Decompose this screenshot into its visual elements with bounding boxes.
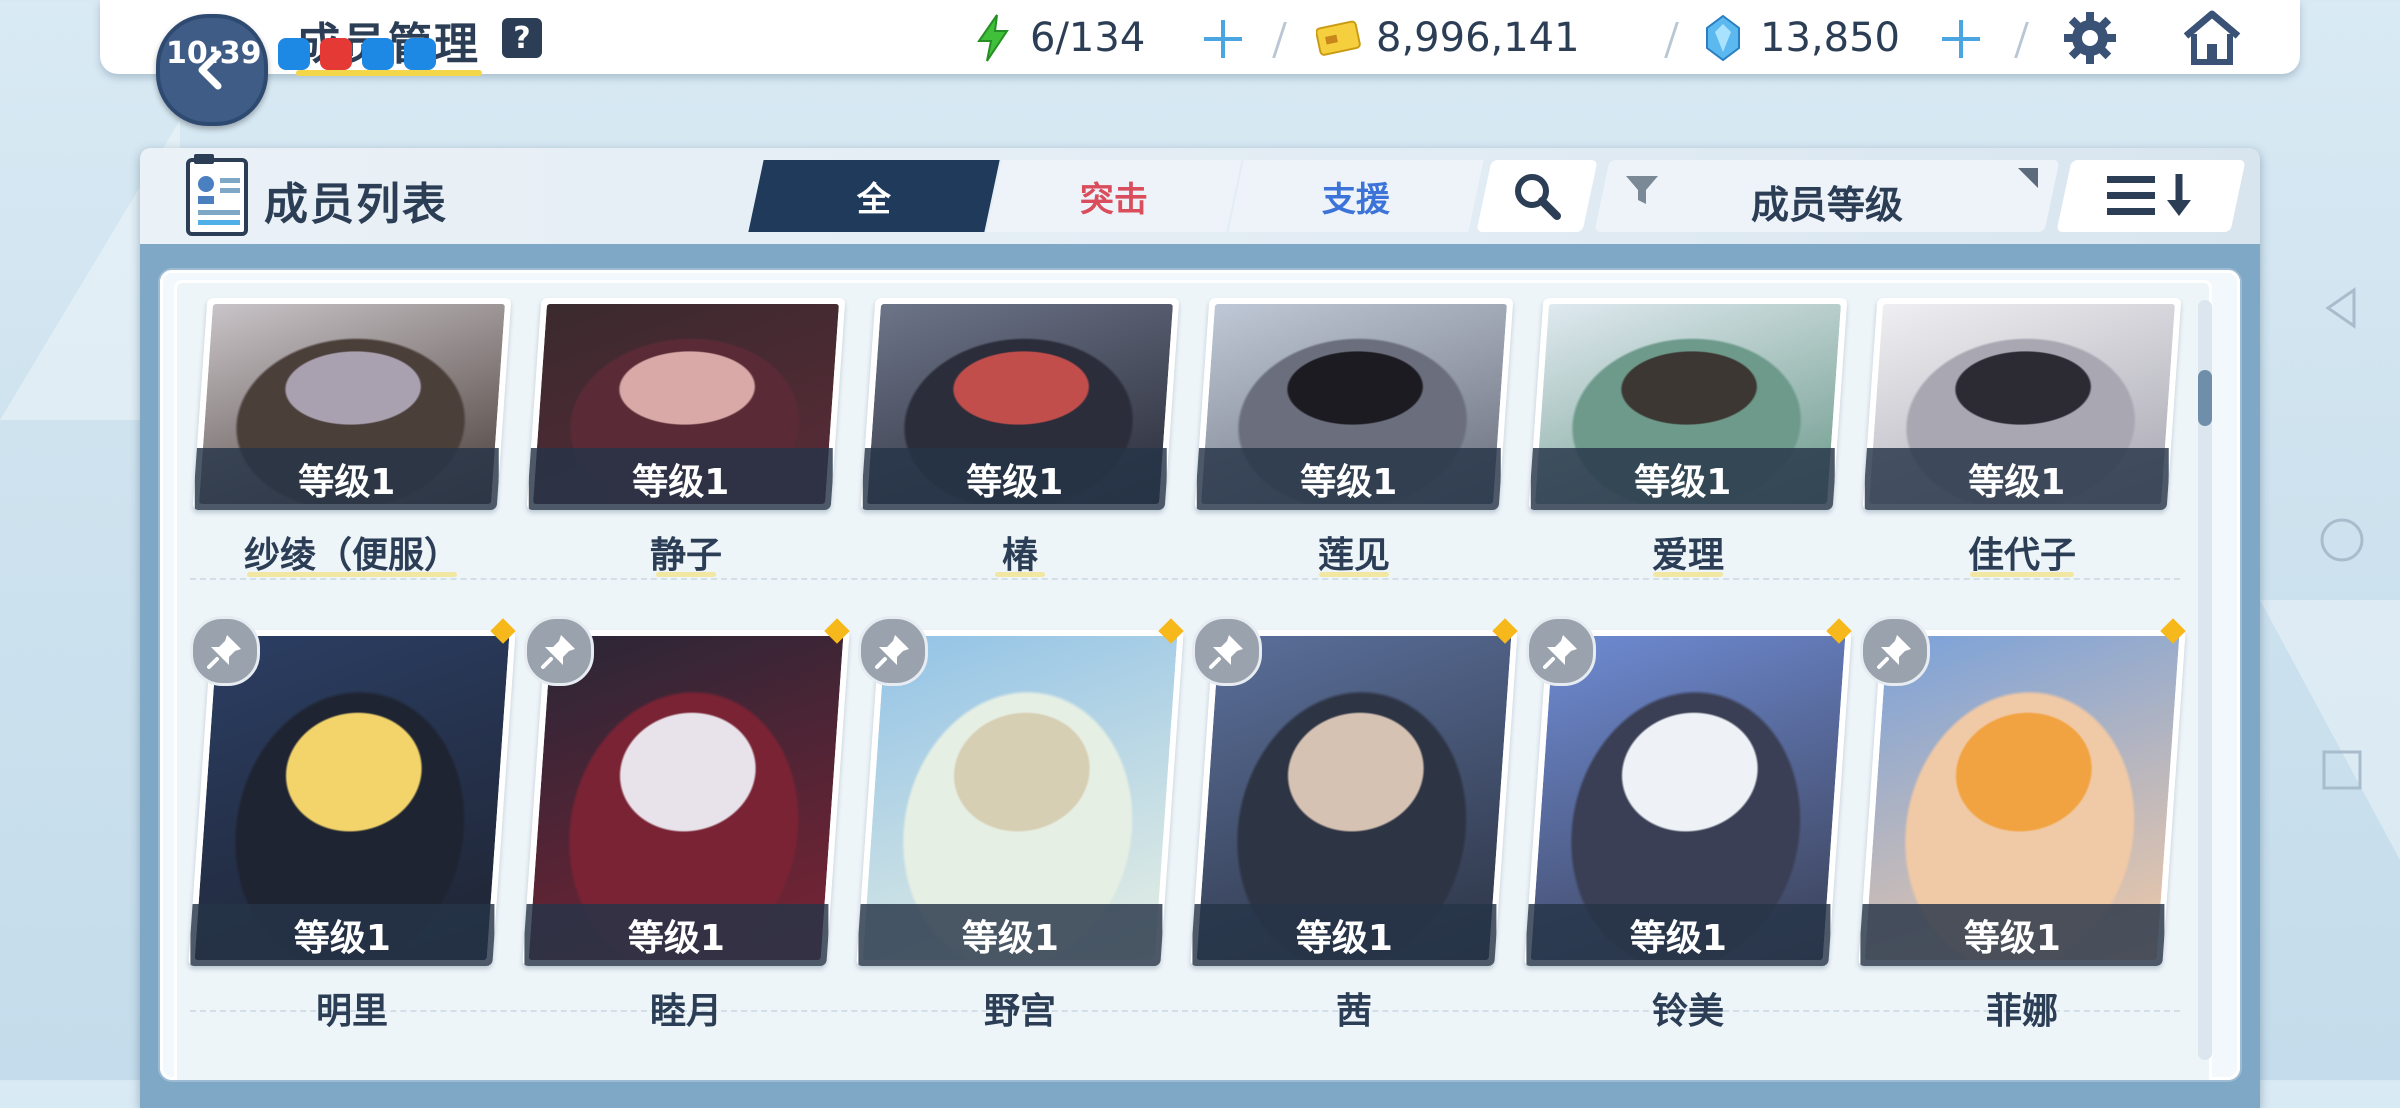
lightning-icon: [970, 14, 1016, 62]
pin-icon: [207, 635, 241, 669]
member-name: 铃美: [1651, 991, 1724, 1032]
search-icon: [1515, 174, 1561, 220]
tab-striker[interactable]: 突击: [986, 160, 1242, 232]
pin-icon: [541, 635, 575, 669]
settings-button[interactable]: [2060, 8, 2120, 68]
ap-value: 6/134: [1030, 15, 1146, 61]
panel-title: 成员列表: [264, 179, 448, 230]
credits-value: 8,996,141: [1376, 15, 1580, 61]
member-level-label: 等级1: [1864, 448, 2169, 510]
member-name: 菲娜: [1985, 991, 2058, 1032]
member-level-label: 等级1: [1530, 448, 1835, 510]
member-level-label: 等级1: [1192, 904, 1497, 966]
ap-resource: 6/134: [970, 10, 1145, 66]
member-level-label: 等级1: [528, 448, 833, 510]
tab-all-label: 全: [857, 179, 891, 220]
member-portrait-frame: 等级1: [1862, 298, 2182, 510]
search-button[interactable]: [1476, 160, 1598, 232]
name-underline: [247, 572, 457, 577]
add-ap-button[interactable]: [1200, 16, 1246, 62]
pyroxene-value: 13,850: [1760, 15, 1900, 61]
name-underline: [1970, 572, 2074, 577]
pin-button[interactable]: [190, 616, 260, 686]
credit-card-icon: [1316, 15, 1362, 61]
home-icon: [2183, 10, 2241, 65]
nav-home-icon[interactable]: [2318, 516, 2366, 564]
pin-button[interactable]: [1860, 616, 1930, 686]
member-level-label: 等级1: [1196, 448, 1501, 510]
member-name: 静子: [649, 535, 722, 576]
member-name: 野宫: [983, 991, 1056, 1032]
search-notification-icon: [362, 38, 394, 70]
tab-special[interactable]: 支援: [1228, 160, 1484, 232]
member-portrait-frame: 等级1: [1194, 298, 1514, 510]
sort-icon: [2107, 174, 2191, 216]
pyroxene-resource: 13,850: [1700, 10, 1900, 66]
member-name: 明里: [315, 991, 388, 1032]
member-level-label: 等级1: [1860, 904, 2165, 966]
home-button[interactable]: [2180, 6, 2244, 70]
member-level-label: 等级1: [524, 904, 829, 966]
member-level-label: 等级1: [862, 448, 1167, 510]
message-notification-icon: [278, 38, 310, 70]
name-underline: [656, 572, 716, 577]
member-name: 佳代子: [1967, 535, 2076, 576]
pin-icon: [875, 635, 909, 669]
app-notification-icon: [320, 38, 352, 70]
member-portrait-frame: 等级1: [1528, 298, 1848, 510]
member-level-label: 等级1: [1526, 904, 1831, 966]
status-time: 10:39: [166, 36, 262, 71]
member-portrait-frame: 等级1: [192, 298, 512, 510]
tab-special-label: 支援: [1322, 179, 1390, 220]
plus-icon: [1204, 20, 1242, 58]
member-name: 纱绫（便服）: [243, 535, 460, 576]
row-divider: [190, 578, 2180, 580]
pin-button[interactable]: [524, 616, 594, 686]
pin-button[interactable]: [858, 616, 928, 686]
list-scrollbar[interactable]: [2198, 300, 2212, 1060]
pin-button[interactable]: [1192, 616, 1262, 686]
credits-resource: 8,996,141: [1316, 10, 1580, 66]
weather-notification-icon: [404, 38, 436, 70]
gear-icon: [2064, 12, 2116, 64]
pin-icon: [1543, 635, 1577, 669]
pin-button[interactable]: [1526, 616, 1596, 686]
add-pyroxene-button[interactable]: [1938, 16, 1984, 62]
member-name: 茜: [1335, 991, 1372, 1032]
member-name: 莲见: [1317, 535, 1390, 576]
status-notification-icons: [278, 38, 436, 70]
pin-icon: [1209, 635, 1243, 669]
member-level-label: 等级1: [190, 904, 495, 966]
member-name: 爱理: [1651, 535, 1724, 576]
member-portrait-frame: 等级1: [526, 298, 846, 510]
member-name: 椿: [1001, 535, 1038, 576]
title-underline: [296, 70, 482, 76]
member-level-label: 等级1: [194, 448, 499, 510]
member-name: 睦月: [649, 991, 722, 1032]
filter-dropdown[interactable]: 成员等级: [1594, 160, 2060, 232]
plus-icon: [1942, 20, 1980, 58]
filter-label: 成员等级: [1750, 183, 1903, 227]
bg-decoration: [2260, 600, 2400, 860]
nav-recents-icon[interactable]: [2318, 746, 2366, 794]
name-underline: [995, 572, 1045, 577]
member-portrait-frame: 等级1: [860, 298, 1180, 510]
nav-back-icon[interactable]: [2318, 284, 2366, 332]
member-list-icon: [184, 152, 252, 238]
name-underline: [1653, 572, 1723, 577]
scroll-thumb[interactable]: [2198, 370, 2212, 426]
gem-icon: [1700, 14, 1746, 62]
member-level-label: 等级1: [858, 904, 1163, 966]
help-button[interactable]: ?: [502, 18, 542, 58]
tab-all[interactable]: 全: [748, 160, 1000, 232]
sort-order-button[interactable]: [2056, 160, 2246, 232]
name-underline: [1319, 572, 1389, 577]
pin-icon: [1877, 635, 1911, 669]
tab-striker-label: 突击: [1080, 179, 1148, 220]
dropdown-corner-icon: [2018, 168, 2038, 188]
